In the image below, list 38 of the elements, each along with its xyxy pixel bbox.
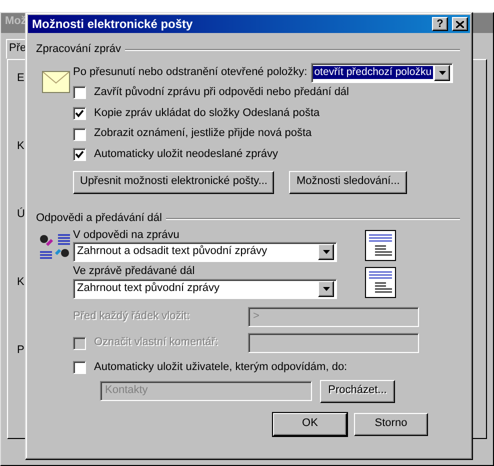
- envelope-icon: [42, 70, 70, 93]
- button[interactable]: Možnosti sledování...: [289, 170, 407, 194]
- window-title: Možnosti elektronické pošty: [32, 16, 193, 32]
- checkbox[interactable]: [73, 148, 86, 162]
- checkbox[interactable]: [73, 361, 86, 374]
- help-button[interactable]: ?: [432, 17, 448, 31]
- button[interactable]: OK: [273, 412, 347, 436]
- field-label: V odpovědi na zprávu: [73, 228, 180, 242]
- dropdown[interactable]: Zahrnout a odsadit text původní zprávy: [73, 242, 337, 262]
- label: K: [17, 276, 24, 288]
- checkbox-label: Označit vlastní komentář:: [94, 336, 218, 350]
- preview-icon: [365, 266, 396, 298]
- label: P: [17, 344, 24, 356]
- group-title: Odpovědi a předávání dál: [36, 212, 162, 226]
- close-button[interactable]: [452, 17, 468, 31]
- checkbox[interactable]: [73, 86, 86, 100]
- field-label: Po přesunutí nebo odstranění otevřené položky:: [73, 66, 308, 80]
- checkbox-label: Automaticky uložit uživatele, kterým odpovídám, do:: [94, 361, 348, 375]
- button[interactable]: Upřesnit možnosti elektronické pošty...: [73, 170, 274, 194]
- label: E: [17, 72, 24, 84]
- checkbox[interactable]: [73, 128, 86, 141]
- checkbox-label: Kopie zpráv ukládat do složky Odeslaná pošta: [94, 106, 320, 120]
- field-label: Před každý řádek vložit:: [73, 310, 190, 324]
- checkbox-label: Zavřít původní zprávu při odpovědi nebo předání dál: [94, 86, 349, 100]
- checkbox[interactable]: [73, 106, 86, 120]
- dropdown[interactable]: otevřít předchozí položku: [311, 62, 454, 83]
- button[interactable]: Storno: [354, 412, 428, 436]
- window-title: Mož: [5, 15, 26, 27]
- checkbox-label: Zobrazit oznámení, jestliže přijde nová pošta: [94, 127, 312, 141]
- group-title: Zpracování zpráv: [36, 43, 121, 57]
- checkbox-label: Automaticky uložit neodeslané zprávy: [94, 148, 278, 162]
- dropdown[interactable]: Zahrnout text původní zprávy: [73, 279, 337, 299]
- label: Ú: [17, 208, 25, 220]
- label: K: [17, 140, 24, 152]
- preview-icon: [365, 230, 396, 261]
- field-label: Ve zprávě předávané dál: [73, 265, 196, 279]
- close-icon: [456, 20, 464, 28]
- input-field[interactable]: [248, 333, 419, 353]
